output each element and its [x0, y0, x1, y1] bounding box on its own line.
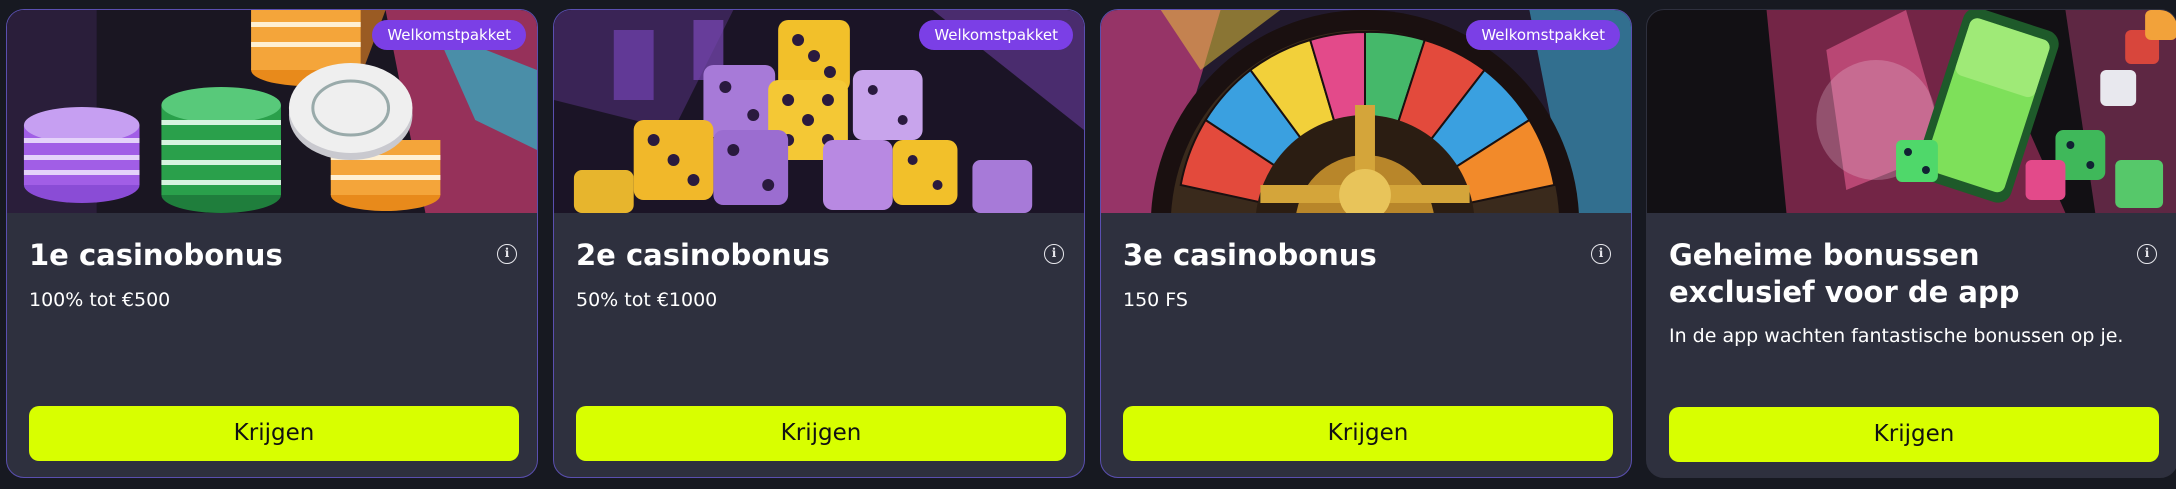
- bonus-card-3[interactable]: Welkomstpakket 3e casinobonus i 150 FS K…: [1100, 9, 1632, 478]
- card-body: 1e casinobonus i 100% tot €500 Krijgen: [7, 213, 537, 477]
- card-subtitle: In de app wachten fantastische bonussen …: [1669, 325, 2124, 347]
- card-subtitle: 50% tot €1000: [576, 289, 718, 311]
- bonus-card-1[interactable]: Welkomstpakket 1e casinobonus i 100% tot…: [6, 9, 538, 478]
- card-body: 3e casinobonus i 150 FS Krijgen: [1101, 213, 1631, 477]
- bonus-card-row: Welkomstpakket 1e casinobonus i 100% tot…: [0, 0, 2176, 489]
- card-title: Geheime bonussen exclusief voor de app: [1669, 238, 2020, 309]
- welcome-package-badge: Welkomstpakket: [372, 20, 526, 50]
- card-subtitle: 100% tot €500: [29, 289, 171, 311]
- bonus-card-2[interactable]: Welkomstpakket 2e casinobonus i 50% tot …: [553, 9, 1085, 478]
- claim-button[interactable]: Krijgen: [29, 406, 519, 461]
- claim-button[interactable]: Krijgen: [1669, 407, 2159, 462]
- info-icon[interactable]: i: [497, 244, 517, 264]
- welcome-package-badge: Welkomstpakket: [1466, 20, 1620, 50]
- claim-button[interactable]: Krijgen: [576, 406, 1066, 461]
- bonus-card-4[interactable]: Geheime bonussen exclusief voor de app i…: [1646, 9, 2176, 478]
- info-icon[interactable]: i: [1044, 244, 1064, 264]
- card-body: 2e casinobonus i 50% tot €1000 Krijgen: [554, 213, 1084, 477]
- card-title: 1e casinobonus: [29, 238, 283, 272]
- card-title: 3e casinobonus: [1123, 238, 1377, 272]
- info-icon[interactable]: i: [2137, 244, 2157, 264]
- card-body: Geheime bonussen exclusief voor de app i…: [1647, 213, 2176, 477]
- info-icon[interactable]: i: [1591, 244, 1611, 264]
- welcome-package-badge: Welkomstpakket: [919, 20, 1073, 50]
- claim-button[interactable]: Krijgen: [1123, 406, 1613, 461]
- phone-app-illustration: [1647, 10, 2176, 213]
- card-subtitle: 150 FS: [1123, 289, 1188, 311]
- card-title: 2e casinobonus: [576, 238, 830, 272]
